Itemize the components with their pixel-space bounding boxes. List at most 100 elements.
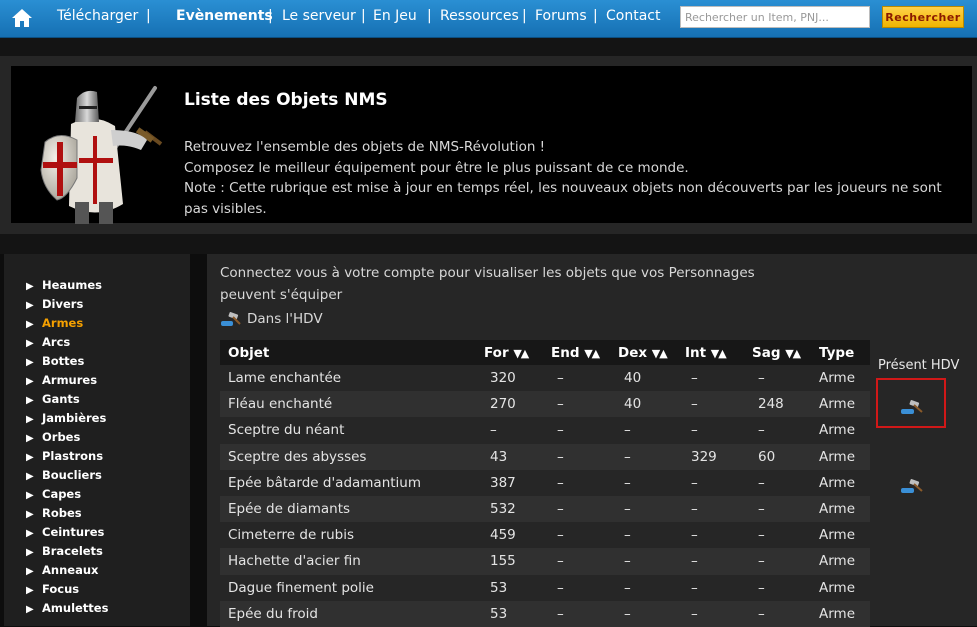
nav-separator: | <box>146 8 151 24</box>
column-header-end[interactable]: End ▼▲ <box>543 340 610 365</box>
main-content: Connectez vous à votre compte pour visua… <box>207 254 977 627</box>
cell-objet[interactable]: Cimeterre de rubis <box>220 522 476 549</box>
cell-type: Arme <box>811 495 870 523</box>
cell-end: – <box>543 365 610 392</box>
cell-sag: – <box>744 495 811 523</box>
table-row[interactable]: Fléau enchanté 270–40–248 Arme <box>220 391 870 418</box>
sidebar-item-capes[interactable]: ▶ Capes <box>26 487 81 501</box>
table-row[interactable]: Sceptre du néant – – – – – Arme <box>220 417 870 444</box>
sort-arrows-icon[interactable]: ▼▲ <box>652 347 668 360</box>
present-hdv-label: Présent HDV <box>878 358 960 373</box>
nav-separator: | <box>268 8 273 24</box>
cell-objet[interactable]: Hachette d'acier fin <box>220 548 476 575</box>
description-line: Note : Cette rubrique est mise à jour en… <box>184 180 942 217</box>
sort-arrows-icon[interactable]: ▼▲ <box>711 347 727 360</box>
column-header-objet: Objet <box>220 340 476 365</box>
home-icon[interactable] <box>11 7 33 29</box>
sidebar-item-robes[interactable]: ▶ Robes <box>26 506 82 520</box>
cell-for: 270 <box>476 391 543 418</box>
nav-evenements[interactable]: Evènements <box>176 8 273 24</box>
table-row[interactable]: Epée du froid 53– – – – Arme <box>220 600 870 627</box>
sidebar-item-gants[interactable]: ▶ Gants <box>26 392 80 406</box>
sidebar-item-label: Robes <box>42 506 82 520</box>
sort-arrows-icon[interactable]: ▼▲ <box>584 347 600 360</box>
table-row[interactable]: Epée bâtarde d'adamantium 387– – – – Arme <box>220 469 870 496</box>
nav-telecharger[interactable]: Télécharger <box>57 8 138 24</box>
nav-contact[interactable]: Contact <box>606 8 660 24</box>
nav-ressources[interactable]: Ressources <box>440 8 519 24</box>
table-row[interactable]: Lame enchantée 320–40– – Arme <box>220 365 870 392</box>
triangle-right-icon: ▶ <box>26 300 34 311</box>
cell-objet[interactable]: Fléau enchanté <box>220 391 476 418</box>
cell-objet[interactable]: Lame enchantée <box>220 365 476 392</box>
cell-for: 53 <box>476 574 543 601</box>
cell-type: Arme <box>811 417 870 444</box>
sidebar-item-orbes[interactable]: ▶ Orbes <box>26 430 80 444</box>
sidebar-item-bracelets[interactable]: ▶ Bracelets <box>26 544 103 558</box>
sidebar-item-jambières[interactable]: ▶ Jambières <box>26 411 106 425</box>
sidebar-item-armes[interactable]: ▶ Armes <box>26 316 83 330</box>
sidebar-item-divers[interactable]: ▶ Divers <box>26 297 83 311</box>
sidebar-item-armures[interactable]: ▶ Armures <box>26 373 97 387</box>
header-panel: Liste des Objets NMS Retrouvez l'ensembl… <box>0 56 977 234</box>
cell-sag: – <box>744 522 811 549</box>
table-row[interactable]: Cimeterre de rubis 459– – – – Arme <box>220 522 870 549</box>
cell-objet[interactable]: Epée bâtarde d'adamantium <box>220 469 476 496</box>
table-row[interactable]: Hachette d'acier fin 155– – – – Arme <box>220 548 870 575</box>
column-header-dex[interactable]: Dex ▼▲ <box>610 340 677 365</box>
sidebar-item-label: Jambières <box>42 411 107 425</box>
cell-type: Arme <box>811 469 870 496</box>
cell-objet[interactable]: Epée du froid <box>220 600 476 627</box>
triangle-right-icon: ▶ <box>26 395 34 406</box>
sidebar-item-heaumes[interactable]: ▶ Heaumes <box>26 278 102 292</box>
cell-type: Arme <box>811 600 870 627</box>
table-row[interactable]: Sceptre des abysses 43– –329 60 Arme <box>220 443 870 470</box>
sidebar-item-plastrons[interactable]: ▶ Plastrons <box>26 449 103 463</box>
description-line: Retrouvez l'ensemble des objets de NMS-R… <box>184 139 546 155</box>
cell-dex: – <box>610 522 677 549</box>
cell-type: Arme <box>811 574 870 601</box>
table-row[interactable]: Epée de diamants 532– – – – Arme <box>220 495 870 523</box>
nav-le-serveur[interactable]: Le serveur <box>282 8 356 24</box>
sidebar-item-arcs[interactable]: ▶ Arcs <box>26 335 70 349</box>
gavel-icon[interactable] <box>900 478 924 494</box>
gavel-icon <box>221 312 241 326</box>
table-row[interactable]: Dague finement polie 53– – – – Arme <box>220 574 870 601</box>
nav-en-jeu[interactable]: En Jeu <box>373 8 417 24</box>
top-nav-bar: Télécharger | Evènements | Le serveur | … <box>0 0 977 38</box>
cell-objet[interactable]: Sceptre des abysses <box>220 443 476 470</box>
templar-knight-illustration <box>40 86 163 224</box>
cell-objet[interactable]: Epée de diamants <box>220 495 476 523</box>
search-button[interactable]: Rechercher <box>882 6 964 28</box>
sidebar-item-anneaux[interactable]: ▶ Anneaux <box>26 563 98 577</box>
items-table-wrap: Objet For ▼▲ End ▼▲ Dex ▼▲ Int ▼▲ Sag ▼▲ Type … <box>220 340 870 627</box>
sidebar-item-label: Divers <box>42 297 84 311</box>
triangle-right-icon: ▶ <box>26 604 34 615</box>
cell-dex: – <box>610 495 677 523</box>
cell-for: 320 <box>476 365 543 392</box>
column-header-sag[interactable]: Sag ▼▲ <box>744 340 811 365</box>
sidebar-item-focus[interactable]: ▶ Focus <box>26 582 79 596</box>
triangle-right-icon: ▶ <box>26 471 34 482</box>
cell-objet[interactable]: Sceptre du néant <box>220 417 476 444</box>
sidebar-item-ceintures[interactable]: ▶ Ceintures <box>26 525 104 539</box>
sort-arrows-icon[interactable]: ▼▲ <box>513 347 529 360</box>
cell-for: 53 <box>476 600 543 627</box>
cell-objet[interactable]: Dague finement polie <box>220 574 476 601</box>
sidebar-item-bottes[interactable]: ▶ Bottes <box>26 354 84 368</box>
sidebar-item-label: Heaumes <box>42 278 102 292</box>
description-line: Composez le meilleur équipement pour êtr… <box>184 159 689 176</box>
search-input[interactable] <box>680 6 870 28</box>
cell-sag: – <box>744 548 811 575</box>
sidebar-item-boucliers[interactable]: ▶ Boucliers <box>26 468 102 482</box>
column-header-label: Type <box>819 344 855 361</box>
nav-forums[interactable]: Forums <box>535 8 587 24</box>
sidebar-item-amulettes[interactable]: ▶ Amulettes <box>26 601 108 615</box>
cell-end: – <box>543 522 610 549</box>
sidebar-item-label: Boucliers <box>42 468 102 482</box>
login-notice: Connectez vous à votre compte pour visua… <box>220 265 755 303</box>
cell-int: 329 <box>677 443 744 470</box>
column-header-int[interactable]: Int ▼▲ <box>677 340 744 365</box>
sort-arrows-icon[interactable]: ▼▲ <box>785 347 801 360</box>
column-header-for[interactable]: For ▼▲ <box>476 340 543 365</box>
